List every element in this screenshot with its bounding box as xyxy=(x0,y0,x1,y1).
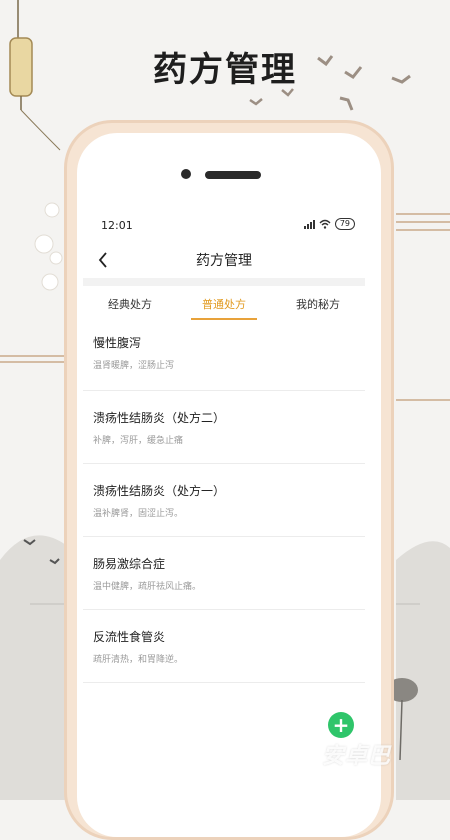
tab-my-secret-prescriptions[interactable]: 我的秘方 xyxy=(271,286,365,320)
item-title: 溃疡性结肠炎（处方一） xyxy=(93,484,226,498)
status-time: 12:01 xyxy=(101,219,133,232)
camera-icon xyxy=(181,169,191,179)
wifi-icon xyxy=(319,219,331,229)
list-item[interactable]: 反流性食管炎 疏肝清热，和胃降逆。 xyxy=(83,610,365,683)
app-screen: 12:01 79 药方管理 经典处方 普通处方 我的秘方 慢性腹泻 温肾暖脾，涩… xyxy=(83,208,365,800)
status-bar: 12:01 79 xyxy=(83,208,365,242)
nav-bar: 药方管理 xyxy=(83,242,365,278)
nav-title: 药方管理 xyxy=(196,253,252,269)
item-description: 温中健脾，疏肝祛风止痛。 xyxy=(93,582,202,592)
speaker-grille xyxy=(205,171,261,179)
item-description: 温肾暖脾，涩肠止泻 xyxy=(93,361,175,371)
list-item[interactable]: 肠易激综合症 温中健脾，疏肝祛风止痛。 xyxy=(83,537,365,610)
plus-icon: + xyxy=(332,713,350,737)
item-title: 反流性食管炎 xyxy=(93,630,166,644)
poster-title: 药方管理 xyxy=(153,50,297,90)
tab-common-prescriptions[interactable]: 普通处方 xyxy=(177,286,271,320)
section-divider xyxy=(83,278,365,286)
item-title: 肠易激综合症 xyxy=(93,557,166,571)
status-icons: 79 xyxy=(303,218,355,230)
signal-icon xyxy=(303,219,315,229)
tab-classic-prescriptions[interactable]: 经典处方 xyxy=(83,286,177,320)
item-title: 慢性腹泻 xyxy=(93,336,142,350)
item-description: 温补脾肾，固涩止泻。 xyxy=(93,509,184,519)
watermark-logo: 安卓巴 xyxy=(322,744,392,769)
prescription-list: 慢性腹泻 温肾暖脾，涩肠止泻 溃疡性结肠炎（处方二） 补脾，泻肝，缓急止痛 溃疡… xyxy=(83,320,365,683)
battery-indicator: 79 xyxy=(334,218,355,230)
item-title: 溃疡性结肠炎（处方二） xyxy=(93,411,226,425)
item-description: 疏肝清热，和胃降逆。 xyxy=(93,655,184,665)
list-item[interactable]: 溃疡性结肠炎（处方二） 补脾，泻肝，缓急止痛 xyxy=(83,391,365,464)
tab-bar: 经典处方 普通处方 我的秘方 xyxy=(83,286,365,320)
list-item[interactable]: 慢性腹泻 温肾暖脾，涩肠止泻 xyxy=(83,320,365,391)
list-item[interactable]: 溃疡性结肠炎（处方一） 温补脾肾，固涩止泻。 xyxy=(83,464,365,537)
add-prescription-button[interactable]: + xyxy=(328,712,354,738)
item-description: 补脾，泻肝，缓急止痛 xyxy=(93,436,184,446)
